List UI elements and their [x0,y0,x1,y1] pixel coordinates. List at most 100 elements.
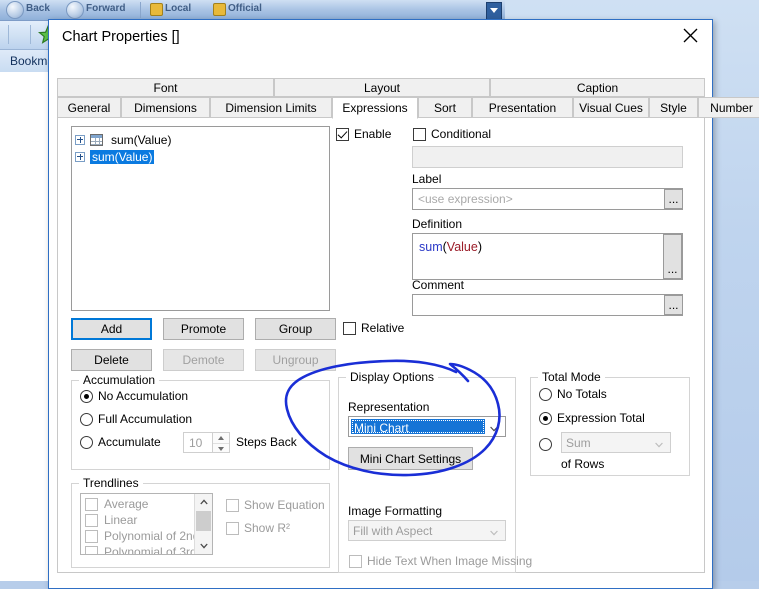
label-browse-button[interactable]: ... [664,189,683,209]
show-r2-checkbox[interactable] [226,522,239,535]
demote-button[interactable]: Demote [163,349,244,371]
tab-dimension-limits[interactable]: Dimension Limits [210,97,332,118]
hide-text-checkbox[interactable] [349,555,362,568]
label-input[interactable]: <use expression> [412,188,683,210]
comment-caption: Comment [412,278,465,292]
label-caption: Label [412,172,442,186]
full-accumulation-label: Full Accumulation [98,412,193,426]
trendline-item-3[interactable]: Polynomial of 3rd d [85,544,207,554]
chart-properties-dialog: Chart Properties [] Font Layout Caption … [48,19,759,589]
show-equation-label: Show Equation [244,498,325,512]
conditional-input[interactable] [412,146,683,168]
representation-dropdown[interactable]: Mini Chart [348,416,506,437]
stepper-down-icon[interactable] [213,443,229,453]
tab-visual-cues[interactable]: Visual Cues [573,97,649,118]
toolbar-divider-2 [8,25,9,44]
accumulation-caption: Accumulation [79,373,160,387]
tab-style[interactable]: Style [649,97,698,118]
radio-expression-total[interactable] [539,412,552,425]
radio-no-totals[interactable] [539,388,552,401]
tab-general[interactable]: General [57,97,121,118]
trendline-item-1[interactable]: Linear [85,512,137,528]
tab-presentation[interactable]: Presentation [472,97,573,118]
trendline-checkbox[interactable] [85,497,98,511]
forward-label: Forward [86,3,126,14]
relative-label: Relative [361,321,405,335]
conditional-checkbox[interactable] [413,128,426,141]
definition-caption: Definition [412,217,463,231]
radio-no-accumulation[interactable] [80,390,93,403]
aggregation-dropdown[interactable]: Sum [561,432,671,453]
other-label: Official [228,3,262,14]
chevron-down-icon [490,530,498,536]
overflow-chevron-icon[interactable] [486,2,502,20]
definition-input[interactable]: sum(Value) [412,233,683,280]
tab-dimensions[interactable]: Dimensions [121,97,210,118]
show-r2-label: Show R² [244,521,291,535]
expander-icon[interactable] [75,134,85,145]
tree-item-1[interactable]: sum(Value) [75,148,155,165]
scroll-thumb[interactable] [196,511,211,531]
tab-font[interactable]: Font [57,78,274,97]
tab-number[interactable]: Number [698,97,759,118]
relative-checkbox[interactable] [343,322,356,335]
no-totals-label: No Totals [557,387,607,401]
tab-expressions[interactable]: Expressions [332,97,418,119]
back-icon[interactable] [6,1,24,19]
steps-back-label: Steps Back [236,435,297,449]
radio-full-accumulation[interactable] [80,413,93,426]
toolbar-divider [140,2,141,18]
expander-icon[interactable] [75,151,85,162]
trendline-item-2[interactable]: Polynomial of 2nd d [85,528,209,544]
tab-sort[interactable]: Sort [418,97,472,118]
enable-checkbox[interactable] [336,128,349,141]
trendline-item-0[interactable]: Average [85,496,148,512]
definition-browse-button[interactable]: ... [663,234,682,279]
tree-item-label: sum(Value) [90,149,155,164]
close-button[interactable] [668,20,712,50]
show-equation-checkbox[interactable] [226,499,239,512]
trendlines-scrollbar[interactable] [194,494,212,554]
trendline-checkbox[interactable] [85,545,98,554]
stepper-buttons[interactable] [212,433,229,452]
definition-field: Value [446,240,478,254]
total-mode-caption: Total Mode [538,370,605,384]
add-button[interactable]: Add [71,318,152,340]
display-options-caption: Display Options [346,370,439,384]
image-formatting-dropdown[interactable]: Fill with Aspect [348,520,506,541]
tree-item-label: sum(Value) [111,132,172,147]
tree-item-0[interactable]: sum(Value) [75,131,173,148]
tab-caption[interactable]: Caption [490,78,705,97]
lock-icon [150,3,163,16]
delete-button[interactable]: Delete [71,349,152,371]
radio-accumulate[interactable] [80,436,93,449]
trendline-checkbox[interactable] [85,513,98,527]
comment-input[interactable] [412,294,683,316]
steps-back-stepper[interactable]: 10 [183,432,230,453]
mini-chart-settings-button[interactable]: Mini Chart Settings [348,447,473,470]
chevron-down-icon [655,442,663,448]
trendlines-listbox[interactable]: Average Linear Polynomial of 2nd d Polyn… [80,493,213,555]
radio-aggregation[interactable] [539,438,552,451]
trendline-checkbox[interactable] [85,529,98,543]
promote-button[interactable]: Promote [163,318,244,340]
scroll-up-icon[interactable] [195,494,212,510]
comment-browse-button[interactable]: ... [664,295,683,315]
tab-layout[interactable]: Layout [274,78,490,97]
lock-icon-2 [213,3,226,16]
of-rows-label: of Rows [561,457,605,471]
close-icon [683,28,697,42]
image-formatting-label: Image Formatting [348,504,443,518]
forward-icon[interactable] [66,1,84,19]
chevron-down-icon [490,426,498,432]
steps-back-value: 10 [189,436,203,450]
tab-row-bottom: General Dimensions Dimension Limits Expr… [57,97,759,119]
definition-function: sum [419,240,443,254]
expressions-tree[interactable]: sum(Value) sum(Value) [71,126,330,311]
aggregation-value: Sum [566,436,591,450]
dialog-title: Chart Properties [] [62,29,180,45]
group-button[interactable]: Group [255,318,336,340]
scroll-down-icon[interactable] [195,538,212,554]
ungroup-button[interactable]: Ungroup [255,349,336,371]
accumulate-label: Accumulate [98,435,161,449]
